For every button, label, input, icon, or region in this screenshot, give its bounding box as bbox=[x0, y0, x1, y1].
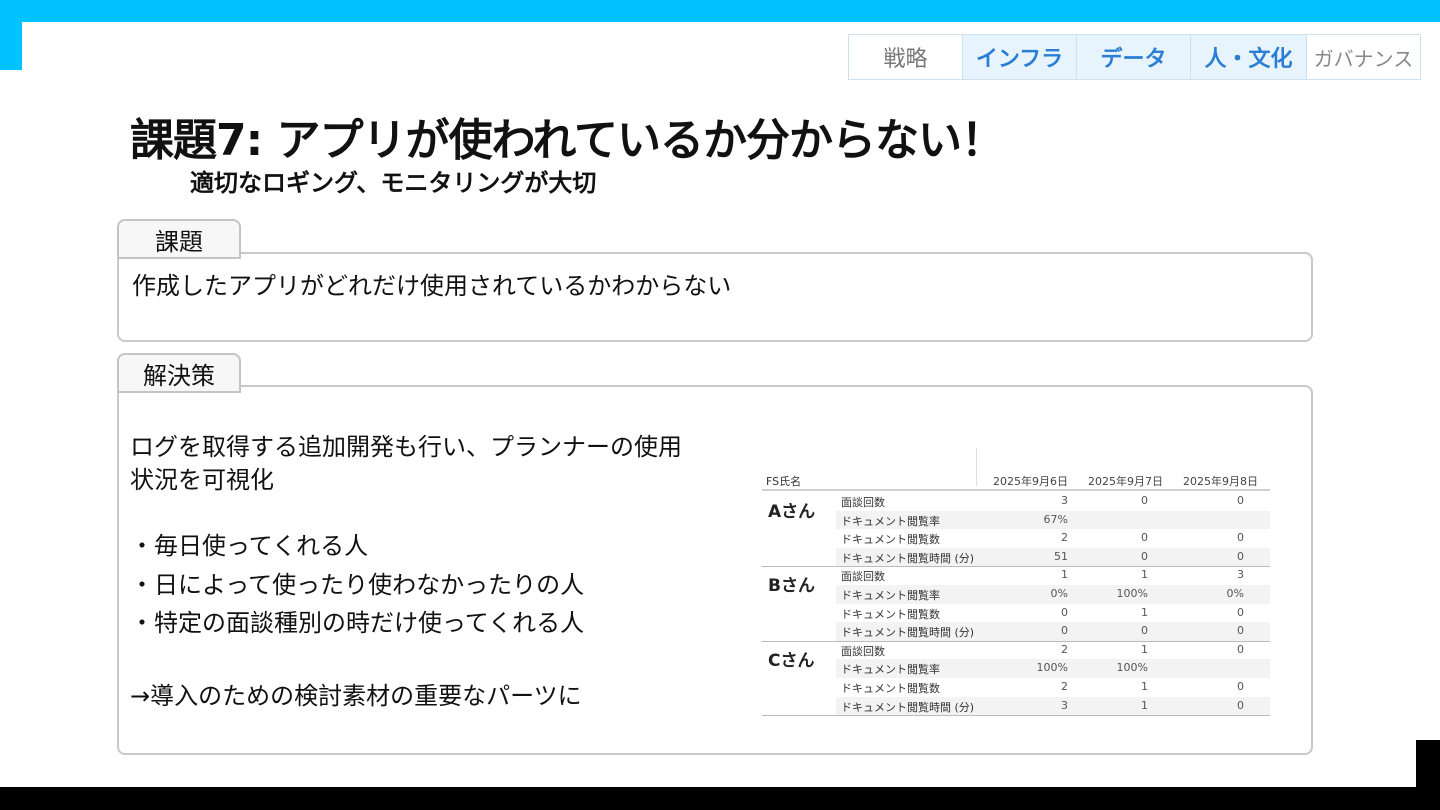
metric-value: 100% bbox=[1116, 587, 1148, 600]
solution-conclusion: →導入のための検討素材の重要なパーツに bbox=[130, 682, 582, 710]
table-row: 面談回数 1 1 3 bbox=[836, 566, 1270, 585]
metric-value: 100% bbox=[1116, 661, 1148, 675]
metric-value: 2 bbox=[1061, 642, 1068, 656]
metric-value: 0 bbox=[1141, 494, 1148, 507]
issue-label: 課題 bbox=[117, 219, 241, 259]
solution-line-2: 状況を可視化 bbox=[130, 466, 274, 494]
header-separator bbox=[976, 448, 977, 486]
date-header-2: 2025年9月7日 bbox=[1088, 475, 1163, 488]
table-row: ドキュメント閲覧率 100% 100% bbox=[836, 659, 1270, 678]
tab-people-culture[interactable]: 人・文化 bbox=[1190, 35, 1306, 79]
metric-value: 0 bbox=[1141, 549, 1148, 563]
category-tabs: 戦略 インフラ データ 人・文化 ガバナンス bbox=[848, 34, 1421, 80]
table-row: ドキュメント閲覧率 0% 100% 0% bbox=[836, 585, 1270, 604]
bottom-bar bbox=[0, 787, 1440, 810]
metric-value: 0 bbox=[1237, 494, 1244, 507]
solution-bullet-2: ・日によって使ったり使わなかったりの人 bbox=[130, 571, 585, 599]
table-row: ドキュメント閲覧時間 (分) 0 0 0 bbox=[836, 622, 1270, 641]
solution-line-1: ログを取得する追加開発も行い、プランナーの使用 bbox=[130, 433, 682, 461]
top-accent-bar bbox=[0, 0, 1440, 22]
fs-name-header: FS氏名 bbox=[766, 475, 802, 488]
table-row: ドキュメント閲覧時間 (分) 51 0 0 bbox=[836, 547, 1270, 567]
metric-value: 0 bbox=[1237, 642, 1244, 656]
metric-value: 1 bbox=[1061, 568, 1068, 582]
metric-label: ドキュメント閲覧時間 (分) bbox=[841, 700, 975, 714]
table-row: ドキュメント閲覧数 2 0 0 bbox=[836, 529, 1270, 548]
tab-infra[interactable]: インフラ bbox=[962, 35, 1076, 79]
metric-value: 2 bbox=[1061, 531, 1068, 545]
person-name: Bさん bbox=[768, 576, 815, 597]
group-divider bbox=[762, 715, 1270, 717]
metric-value: 0% bbox=[1226, 587, 1244, 600]
metric-value: 0 bbox=[1141, 624, 1148, 638]
metric-value: 0% bbox=[1050, 587, 1068, 600]
metric-label: 面談回数 bbox=[841, 644, 885, 658]
top-left-accent bbox=[0, 22, 22, 70]
metric-value: 0 bbox=[1141, 531, 1148, 545]
metric-label: ドキュメント閲覧時間 (分) bbox=[841, 551, 975, 565]
metric-value: 1 bbox=[1141, 605, 1148, 619]
solution-bullet-3: ・特定の面談種別の時だけ使ってくれる人 bbox=[130, 609, 585, 637]
person-name: Aさん bbox=[768, 502, 816, 522]
table-row: 面談回数 2 1 0 bbox=[836, 641, 1270, 660]
header-line bbox=[762, 489, 1270, 491]
metric-value: 0 bbox=[1237, 698, 1244, 712]
slide-subtitle: 適切なロギング、モニタリングが大切 bbox=[190, 169, 597, 197]
metric-value: 3 bbox=[1061, 494, 1068, 507]
metric-label: ドキュメント閲覧率 bbox=[841, 663, 940, 677]
metric-label: ドキュメント閲覧時間 (分) bbox=[841, 626, 975, 640]
metric-value: 0 bbox=[1237, 605, 1244, 619]
bottom-right-block bbox=[1416, 740, 1440, 787]
solution-label: 解決策 bbox=[117, 353, 241, 393]
metric-value: 67% bbox=[1043, 512, 1068, 526]
metric-value: 0 bbox=[1237, 531, 1244, 545]
date-header-1: 2025年9月6日 bbox=[993, 475, 1068, 488]
metric-label: ドキュメント閲覧数 bbox=[841, 533, 940, 547]
metric-value: 0 bbox=[1237, 624, 1244, 638]
metric-label: 面談回数 bbox=[841, 570, 885, 584]
metric-label: ドキュメント閲覧率 bbox=[841, 514, 940, 528]
tab-strategy[interactable]: 戦略 bbox=[849, 35, 962, 79]
metric-value: 51 bbox=[1054, 549, 1068, 563]
metric-value: 1 bbox=[1141, 568, 1148, 582]
tab-governance[interactable]: ガバナンス bbox=[1306, 35, 1420, 79]
metric-label: 面談回数 bbox=[841, 496, 885, 509]
metric-value: 0 bbox=[1061, 624, 1068, 638]
issue-text: 作成したアプリがどれだけ使用されているかわからない bbox=[132, 272, 732, 300]
table-row: ドキュメント閲覧数 2 1 0 bbox=[836, 678, 1270, 697]
metric-value: 1 bbox=[1141, 698, 1148, 712]
solution-bullet-1: ・毎日使ってくれる人 bbox=[130, 532, 369, 560]
date-header-3: 2025年9月8日 bbox=[1183, 475, 1258, 488]
slide-title: 課題7: アプリが使われているか分からない！ bbox=[130, 115, 1005, 166]
metric-value: 0 bbox=[1237, 680, 1244, 693]
metric-value: 1 bbox=[1141, 680, 1148, 693]
metric-label: ドキュメント閲覧数 bbox=[841, 607, 940, 621]
metric-value: 0 bbox=[1061, 605, 1068, 619]
table-row: 面談回数 3 0 0 bbox=[836, 492, 1270, 511]
metric-label: ドキュメント閲覧数 bbox=[841, 682, 940, 695]
metric-label: ドキュメント閲覧率 bbox=[841, 589, 940, 602]
metric-value: 1 bbox=[1141, 642, 1148, 656]
usage-log-table: FS氏名 2025年9月6日 2025年9月7日 2025年9月8日 Aさん 面談… bbox=[762, 448, 1270, 717]
person-name: Cさん bbox=[768, 650, 815, 671]
metric-value: 3 bbox=[1237, 568, 1244, 582]
metric-value: 3 bbox=[1061, 698, 1068, 712]
table-row: ドキュメント閲覧率 67% bbox=[836, 510, 1270, 530]
metric-value: 0 bbox=[1237, 549, 1244, 563]
table-row: ドキュメント閲覧数 0 1 0 bbox=[836, 604, 1270, 623]
tab-data[interactable]: データ bbox=[1076, 35, 1190, 79]
metric-value: 2 bbox=[1061, 680, 1068, 693]
table-row: ドキュメント閲覧時間 (分) 3 1 0 bbox=[836, 696, 1270, 716]
metric-value: 100% bbox=[1036, 661, 1068, 675]
